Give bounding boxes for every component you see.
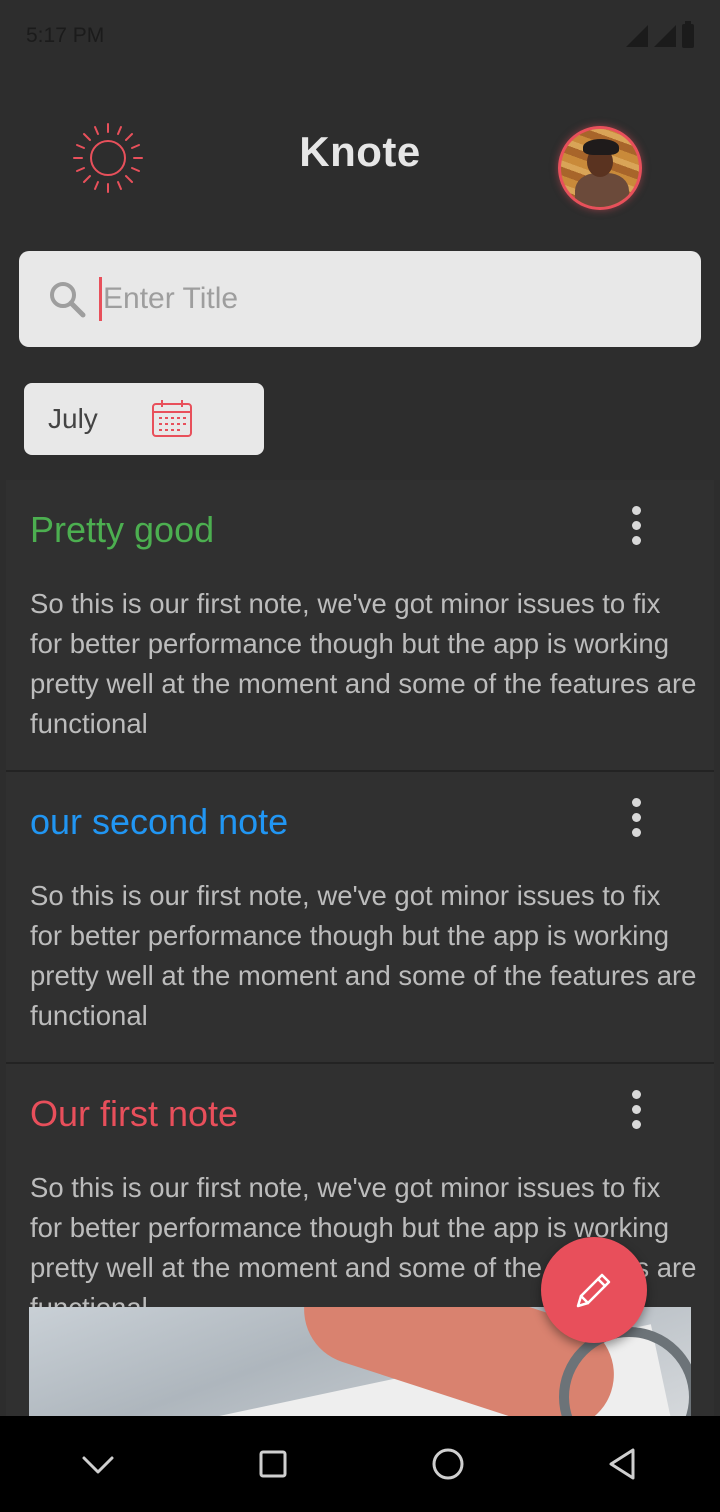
month-label: July [48,403,98,434]
note-title: Our first note [30,1093,239,1134]
note-title: Pretty good [30,509,215,550]
search-input[interactable] [103,282,663,316]
note-body: So this is our first note, we've got min… [30,588,697,739]
month-picker[interactable]: July [24,383,264,455]
app-header: Knote [0,110,720,210]
search-icon [50,282,86,318]
square-icon[interactable] [243,1434,303,1494]
battery-icon [682,21,694,48]
more-options-icon[interactable] [630,1090,642,1130]
more-options-icon[interactable] [630,798,642,838]
circle-icon[interactable] [418,1434,478,1494]
text-caret [99,277,102,321]
note-card[interactable]: Pretty good So this is our first note, w… [6,480,714,772]
avatar-hair [583,139,619,155]
status-icons [626,21,694,48]
user-avatar[interactable] [558,126,642,210]
status-time: 5:17 PM [26,24,105,47]
triangle-back-icon[interactable] [593,1434,653,1494]
signal-icon [654,25,676,47]
status-bar: 5:17 PM [0,0,720,72]
signal-icon [626,25,648,47]
chevron-down-icon[interactable] [68,1434,128,1494]
more-options-icon[interactable] [630,506,642,546]
note-title: our second note [30,801,289,842]
search-box[interactable] [19,251,701,347]
pencil-icon [576,1273,611,1308]
system-nav-bar [0,1416,720,1512]
new-note-fab[interactable] [541,1237,647,1343]
note-card[interactable]: our second note So this is our first not… [6,772,714,1064]
avatar-figure [575,173,629,207]
note-body: So this is our first note, we've got min… [30,880,697,1031]
calendar-icon[interactable] [150,399,194,439]
